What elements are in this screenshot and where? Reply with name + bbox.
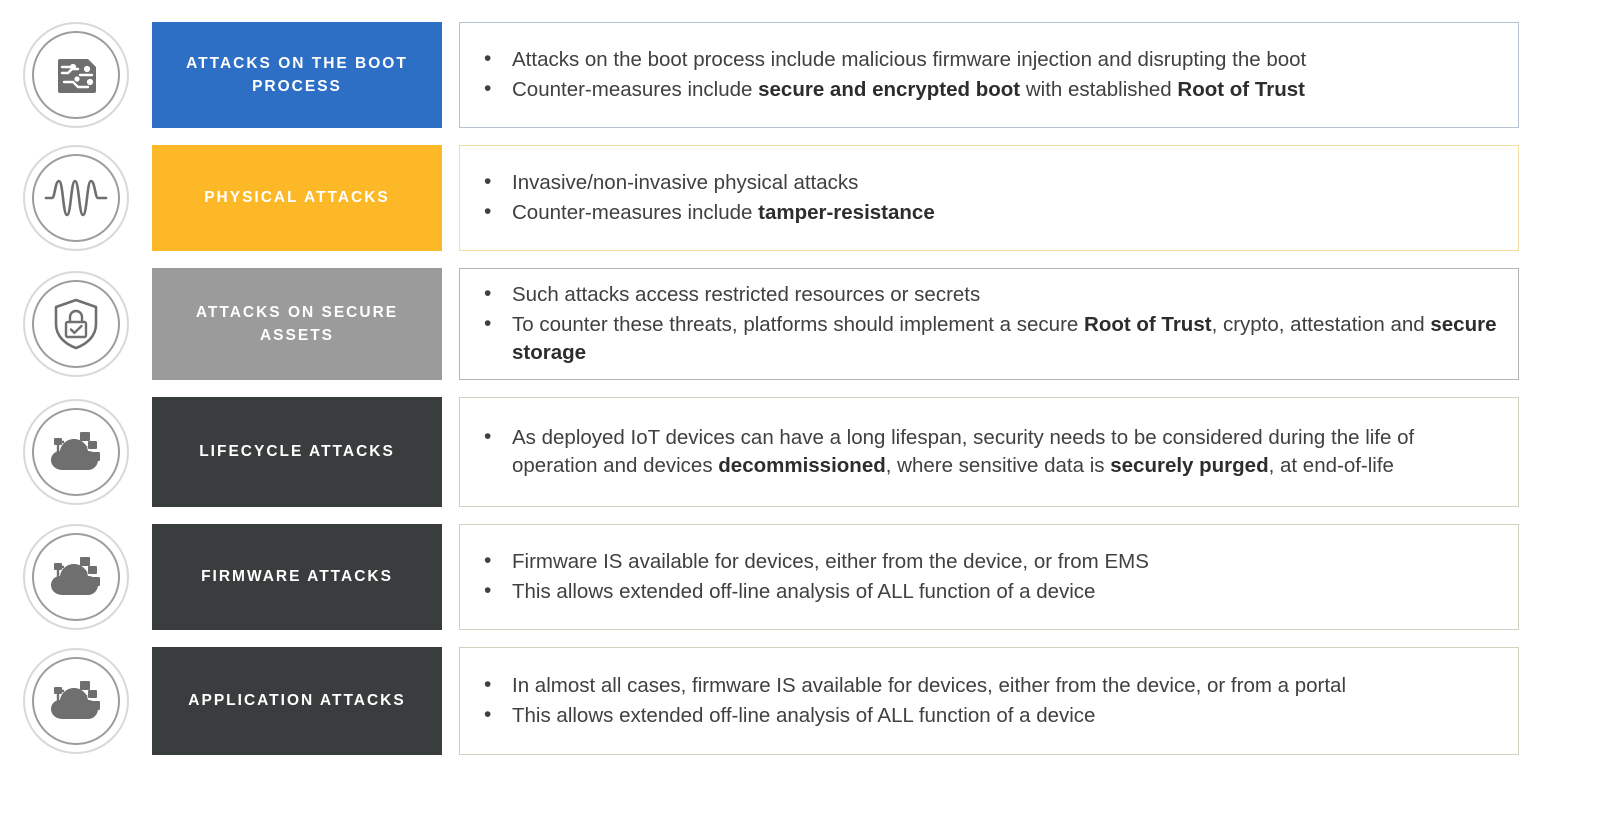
bullet-list: Invasive/non-invasive physical attacks Co… [474, 167, 1500, 229]
category-label-text: ATTACKS ON THE BOOT PROCESS [186, 54, 408, 95]
category-label-badge[interactable]: APPLICATION ATTACKS [152, 646, 442, 755]
icon-cell [0, 397, 152, 507]
bullet-text: Counter-measures include [512, 78, 759, 101]
bullet-item: To counter these threats, platforms shou… [474, 310, 1500, 367]
bullet-emphasis: Root of Trust [1177, 78, 1305, 101]
attack-categories-board: ATTACKS ON THE BOOT PROCESS Attacks on th… [0, 0, 1599, 835]
bullet-text: This allows extended off-line analysis o… [512, 579, 1096, 603]
bullet-item: Invasive/non-invasive physical attacks [474, 168, 1500, 197]
bullet-item: This allows extended off-line analysis o… [474, 577, 1500, 606]
bullet-item: Counter-measures include tamper-resistan… [474, 198, 1500, 227]
bullet-list: Firmware IS available for devices, eithe… [474, 546, 1500, 608]
attack-category-row: FIRMWARE ATTACKS Firmware IS available fo… [0, 523, 1599, 630]
category-label-badge[interactable]: LIFECYCLE ATTACKS [152, 396, 442, 507]
category-description-box: In almost all cases, firmware IS availab… [459, 646, 1519, 755]
category-description-box: Such attacks access restricted resources… [459, 268, 1519, 380]
icon-cell [0, 647, 152, 755]
bullet-item: Attacks on the boot process include mali… [474, 45, 1500, 74]
bullet-text: , at end-of-life [1268, 453, 1394, 477]
bullet-item: As deployed IoT devices can have a long … [474, 423, 1500, 480]
bullet-list: Such attacks access restricted resources… [474, 279, 1500, 369]
icon-cell [0, 268, 152, 380]
bullet-item: Counter-measures include secure and encr… [474, 75, 1500, 104]
bullet-list: In almost all cases, firmware IS availab… [474, 670, 1500, 732]
bullet-emphasis: securely purged [1110, 453, 1269, 477]
icon-cell [0, 523, 152, 630]
bullet-item: In almost all cases, firmware IS availab… [474, 671, 1500, 700]
cloud-network-icon [23, 398, 129, 505]
category-label-text: LIFECYCLE ATTACKS [199, 443, 395, 460]
category-label-text: ATTACKS ON SECURE ASSETS [195, 303, 399, 344]
shield-lock-icon [23, 270, 129, 377]
category-label-text: APPLICATION ATTACKS [188, 692, 406, 709]
bullet-text: Such attacks access restricted resources… [512, 283, 981, 306]
icon-cell [0, 22, 152, 128]
attack-category-row: LIFECYCLE ATTACKS As deployed IoT devices… [0, 396, 1599, 507]
circuit-board-icon [23, 22, 129, 128]
icon-cell [0, 145, 152, 251]
attack-category-row: PHYSICAL ATTACKS Invasive/non-invasive ph… [0, 145, 1599, 251]
category-description-box: Invasive/non-invasive physical attacks Co… [459, 145, 1519, 251]
category-label-text: PHYSICAL ATTACKS [204, 189, 390, 207]
category-label-text: FIRMWARE ATTACKS [201, 568, 393, 585]
category-label-badge[interactable]: FIRMWARE ATTACKS [152, 523, 442, 630]
bullet-text: Counter-measures include [512, 201, 759, 224]
attack-category-row: ATTACKS ON SECURE ASSETS Such attacks acc… [0, 268, 1599, 380]
bullet-text: with established [1020, 78, 1178, 101]
category-label-badge[interactable]: ATTACKS ON THE BOOT PROCESS [152, 22, 442, 128]
bullet-text: In almost all cases, firmware IS availab… [512, 673, 1347, 697]
bullet-text: Attacks on the boot process include mali… [512, 48, 1307, 72]
bullet-text: To counter these threats, platforms shou… [512, 312, 1085, 336]
bullet-emphasis: tamper-resistance [758, 201, 935, 224]
category-description-box: Attacks on the boot process include mali… [459, 22, 1519, 128]
cloud-network-icon [23, 647, 129, 754]
bullet-text: , crypto, attestation and [1211, 312, 1431, 336]
attack-category-row: ATTACKS ON THE BOOT PROCESS Attacks on th… [0, 22, 1599, 128]
category-label-badge[interactable]: PHYSICAL ATTACKS [152, 145, 442, 251]
bullet-item: Firmware IS available for devices, eithe… [474, 547, 1500, 576]
bullet-list: As deployed IoT devices can have a long … [474, 422, 1500, 482]
bullet-list: Attacks on the boot process include mali… [474, 44, 1500, 106]
bullet-emphasis: secure and encrypted boot [758, 78, 1021, 101]
waveform-icon [23, 145, 129, 251]
bullet-text: This allows extended off-line analysis o… [512, 703, 1096, 727]
bullet-item: This allows extended off-line analysis o… [474, 701, 1500, 730]
bullet-item: Such attacks access restricted resources… [474, 280, 1500, 309]
category-description-box: As deployed IoT devices can have a long … [459, 396, 1519, 507]
bullet-text: Firmware IS available for devices, eithe… [512, 549, 1149, 573]
bullet-text: Invasive/non-invasive physical attacks [512, 171, 859, 195]
attack-category-row: APPLICATION ATTACKS In almost all cases, … [0, 646, 1599, 755]
cloud-network-icon [23, 523, 129, 630]
category-label-badge[interactable]: ATTACKS ON SECURE ASSETS [152, 268, 442, 380]
category-description-box: Firmware IS available for devices, eithe… [459, 523, 1519, 630]
bullet-emphasis: Root of Trust [1084, 312, 1212, 336]
bullet-emphasis: decommissioned [718, 453, 886, 477]
bullet-text: , where sensitive data is [885, 453, 1111, 477]
